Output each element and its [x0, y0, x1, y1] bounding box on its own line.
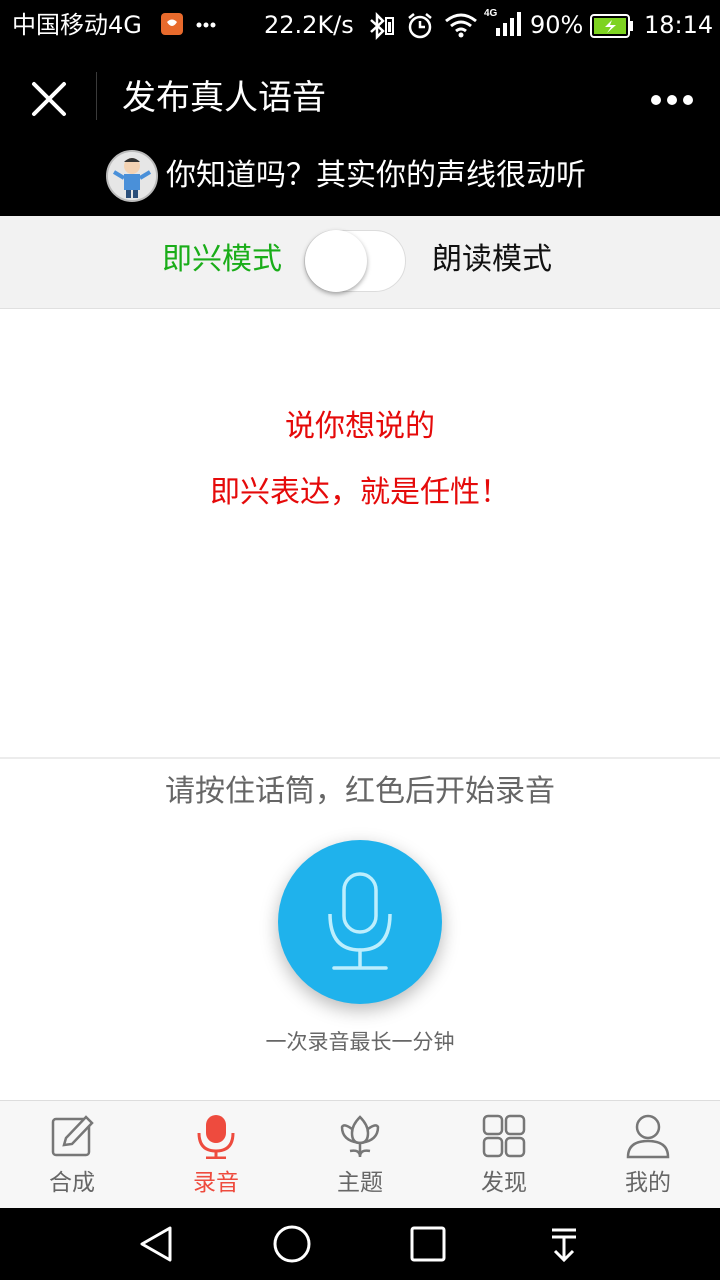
svg-text:4G: 4G: [484, 8, 498, 19]
prompt-line-2: 即兴表达，就是任性！: [210, 475, 510, 510]
title-bar: 发布真人语音: [0, 52, 720, 146]
more-button[interactable]: [640, 76, 704, 124]
close-icon: [32, 82, 66, 116]
home-button[interactable]: [270, 1222, 314, 1266]
close-button[interactable]: [22, 72, 76, 126]
bluetooth-icon: [370, 12, 394, 40]
recents-square-icon: [410, 1226, 446, 1262]
tab-label: 我的: [625, 1170, 671, 1196]
tab-label: 发现: [481, 1170, 527, 1196]
edit-icon: [51, 1115, 94, 1157]
tab-label: 合成: [49, 1170, 95, 1196]
mode-toggle[interactable]: [304, 230, 406, 292]
battery-icon: [590, 14, 633, 38]
tulip-icon: [340, 1115, 380, 1158]
prompt-line-1: 说你想说的: [285, 409, 435, 444]
status-bar: 中国移动4G 22.2K/s 4G 90% 18:14: [0, 0, 720, 52]
record-limit: 一次录音最长一分钟: [265, 1030, 455, 1054]
reading-mode-label[interactable]: 朗读模式: [432, 238, 552, 282]
record-hint: 请按住话筒，红色后开始录音: [165, 774, 555, 809]
network-speed: 22.2K/s: [264, 11, 354, 39]
page-title: 发布真人语音: [122, 78, 326, 118]
title-divider: [96, 72, 97, 120]
improv-mode-label[interactable]: 即兴模式: [162, 238, 282, 282]
tab-label: 录音: [193, 1170, 239, 1196]
more-dots-icon: [196, 22, 216, 28]
grid-icon: [482, 1114, 526, 1158]
tab-label: 主题: [337, 1170, 383, 1196]
system-nav-bar: [0, 1208, 720, 1280]
mode-switch-bar: 即兴模式 朗读模式: [0, 216, 720, 309]
wifi-icon: [445, 13, 477, 38]
tab-discover[interactable]: 发现: [432, 1101, 576, 1209]
tab-profile[interactable]: 我的: [576, 1101, 720, 1209]
banner: 你知道吗？其实你的声线很动听: [0, 146, 720, 216]
back-triangle-icon: [140, 1226, 172, 1262]
app-notification-icon: [161, 13, 183, 35]
record-button[interactable]: [278, 840, 442, 1004]
tab-theme[interactable]: 主题: [288, 1101, 432, 1209]
notification-pull-button[interactable]: [542, 1222, 586, 1266]
tab-compose[interactable]: 合成: [0, 1101, 144, 1209]
avatar: [106, 150, 158, 202]
home-circle-icon: [273, 1225, 311, 1263]
battery-percent: 90%: [530, 11, 584, 39]
alarm-icon: [408, 13, 432, 39]
microphone-icon: [197, 1115, 235, 1159]
tab-bar: 合成 录音 主题 发现 我的: [0, 1100, 720, 1209]
carrier-label: 中国移动4G: [12, 11, 142, 39]
signal-4g-icon: 4G: [484, 8, 521, 36]
microphone-icon: [328, 872, 392, 970]
toggle-knob[interactable]: [305, 230, 367, 292]
clock: 18:14: [644, 11, 714, 39]
prompt-area: 说你想说的 即兴表达，就是任性！: [0, 309, 720, 759]
tab-record[interactable]: 录音: [144, 1101, 288, 1209]
cartoon-avatar-icon: [108, 152, 156, 200]
person-icon: [626, 1114, 670, 1159]
back-button[interactable]: [134, 1222, 178, 1266]
more-icon: [651, 95, 693, 105]
recents-button[interactable]: [406, 1222, 450, 1266]
notification-pull-icon: [552, 1228, 576, 1263]
banner-text: 你知道吗？其实你的声线很动听: [166, 158, 586, 193]
